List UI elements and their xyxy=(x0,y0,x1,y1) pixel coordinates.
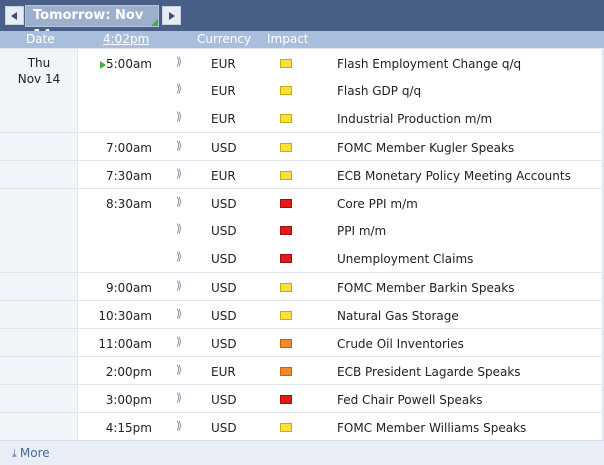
event-detail-icon[interactable]: ⟫ xyxy=(176,196,184,208)
impact-folder-icon xyxy=(280,339,292,348)
impact-folder-icon xyxy=(280,226,292,235)
event-time: 3:00pm xyxy=(105,393,152,407)
event-row[interactable]: 2:00pm ⟫ EUR ECB President Lagarde Speaks xyxy=(0,356,604,384)
event-title[interactable]: Core PPI m/m xyxy=(337,197,418,211)
event-title[interactable]: ECB President Lagarde Speaks xyxy=(337,365,521,379)
event-title[interactable]: Crude Oil Inventories xyxy=(337,337,464,351)
next-day-button[interactable] xyxy=(162,6,181,25)
event-currency: EUR xyxy=(211,169,236,183)
event-row[interactable]: 4:15pm ⟫ USD FOMC Member Williams Speaks xyxy=(0,412,604,440)
event-time: 10:30am xyxy=(98,309,152,323)
impact-folder-icon xyxy=(280,423,292,432)
impact-folder-icon xyxy=(280,143,292,152)
event-time: 2:00pm xyxy=(105,365,152,379)
event-row[interactable]: ⟫ EUR Flash GDP q/q xyxy=(0,76,604,104)
impact-folder-icon xyxy=(280,171,292,180)
event-row[interactable]: 7:00am ⟫ USD FOMC Member Kugler Speaks xyxy=(0,132,604,160)
more-label: More xyxy=(19,446,50,460)
event-currency: EUR xyxy=(211,112,236,126)
event-currency: USD xyxy=(211,309,237,323)
column-currency: Currency xyxy=(197,32,252,46)
event-detail-icon[interactable]: ⟫ xyxy=(176,56,184,68)
impact-folder-icon xyxy=(280,114,292,123)
event-row[interactable]: 8:30am ⟫ USD Core PPI m/m xyxy=(0,188,604,216)
column-time-link[interactable]: 4:02pm xyxy=(103,32,149,47)
impact-folder-icon xyxy=(280,86,292,95)
event-title[interactable]: Industrial Production m/m xyxy=(337,112,492,126)
event-currency: EUR xyxy=(211,57,236,71)
event-currency: USD xyxy=(211,281,237,295)
event-detail-icon[interactable]: ⟫ xyxy=(176,251,184,263)
event-detail-icon[interactable]: ⟫ xyxy=(176,420,184,432)
impact-folder-icon xyxy=(280,283,292,292)
event-currency: USD xyxy=(211,141,237,155)
event-detail-icon[interactable]: ⟫ xyxy=(176,223,184,235)
event-title[interactable]: ECB Monetary Policy Meeting Accounts xyxy=(337,169,571,183)
event-row[interactable]: 3:00pm ⟫ USD Fed Chair Powell Speaks xyxy=(0,384,604,412)
event-time: 5:00am xyxy=(106,57,152,71)
event-title[interactable]: FOMC Member Kugler Speaks xyxy=(337,141,514,155)
event-time: 4:15pm xyxy=(105,421,152,435)
event-detail-icon[interactable]: ⟫ xyxy=(176,280,184,292)
event-detail-icon[interactable]: ⟫ xyxy=(176,392,184,404)
calendar-header: Tomorrow: Nov 14 xyxy=(0,0,604,43)
day-tab[interactable]: Tomorrow: Nov 14 xyxy=(25,5,159,43)
previous-day-button[interactable] xyxy=(5,6,24,25)
table-footer: ⤓ More xyxy=(0,440,604,465)
event-currency: USD xyxy=(211,337,237,351)
event-detail-icon[interactable]: ⟫ xyxy=(176,336,184,348)
event-row[interactable]: 5:00am ⟫ EUR Flash Employment Change q/q xyxy=(0,48,604,76)
event-title[interactable]: FOMC Member Williams Speaks xyxy=(337,421,526,435)
event-detail-icon[interactable]: ⟫ xyxy=(176,140,184,152)
event-row[interactable]: 11:00am ⟫ USD Crude Oil Inventories xyxy=(0,328,604,356)
event-currency: USD xyxy=(211,421,237,435)
chevron-right-icon xyxy=(169,12,175,20)
event-row[interactable]: 9:00am ⟫ USD FOMC Member Barkin Speaks xyxy=(0,272,604,300)
impact-folder-icon xyxy=(280,367,292,376)
event-title[interactable]: PPI m/m xyxy=(337,224,386,238)
event-row[interactable]: ⟫ USD PPI m/m xyxy=(0,216,604,244)
event-time: 7:30am xyxy=(106,169,152,183)
event-time: 7:00am xyxy=(106,141,152,155)
event-detail-icon[interactable]: ⟫ xyxy=(176,168,184,180)
event-currency: USD xyxy=(211,252,237,266)
event-title[interactable]: Flash GDP q/q xyxy=(337,84,421,98)
event-title[interactable]: Flash Employment Change q/q xyxy=(337,57,521,71)
chevron-left-icon xyxy=(11,12,17,20)
event-row[interactable]: 10:30am ⟫ USD Natural Gas Storage xyxy=(0,300,604,328)
event-time: 11:00am xyxy=(98,337,152,351)
event-detail-icon[interactable]: ⟫ xyxy=(176,83,184,95)
event-currency: USD xyxy=(211,197,237,211)
event-row[interactable]: ⟫ USD Unemployment Claims xyxy=(0,244,604,272)
impact-folder-icon xyxy=(280,59,292,68)
column-header-row: Date 4:02pm Currency Impact xyxy=(0,31,604,48)
event-currency: EUR xyxy=(211,84,236,98)
event-currency: EUR xyxy=(211,365,236,379)
event-detail-icon[interactable]: ⟫ xyxy=(176,364,184,376)
event-title[interactable]: Natural Gas Storage xyxy=(337,309,459,323)
impact-folder-icon xyxy=(280,311,292,320)
active-corner-marker xyxy=(151,19,158,26)
column-impact: Impact xyxy=(267,32,309,46)
event-currency: USD xyxy=(211,224,237,238)
event-row[interactable]: ⟫ EUR Industrial Production m/m xyxy=(0,104,604,132)
event-detail-icon[interactable]: ⟫ xyxy=(176,111,184,123)
more-button[interactable]: ⤓ More xyxy=(12,446,50,461)
impact-folder-icon xyxy=(280,199,292,208)
column-date: Date xyxy=(26,32,55,46)
download-arrow-icon: ⤓ xyxy=(12,447,17,460)
event-title[interactable]: FOMC Member Barkin Speaks xyxy=(337,281,514,295)
event-time: 9:00am xyxy=(106,281,152,295)
event-time: 8:30am xyxy=(106,197,152,211)
event-detail-icon[interactable]: ⟫ xyxy=(176,308,184,320)
event-row[interactable]: 7:30am ⟫ EUR ECB Monetary Policy Meeting Ac… xyxy=(0,160,604,188)
impact-folder-icon xyxy=(280,254,292,263)
event-title[interactable]: Fed Chair Powell Speaks xyxy=(337,393,482,407)
event-title[interactable]: Unemployment Claims xyxy=(337,252,473,266)
impact-folder-icon xyxy=(280,395,292,404)
event-currency: USD xyxy=(211,393,237,407)
